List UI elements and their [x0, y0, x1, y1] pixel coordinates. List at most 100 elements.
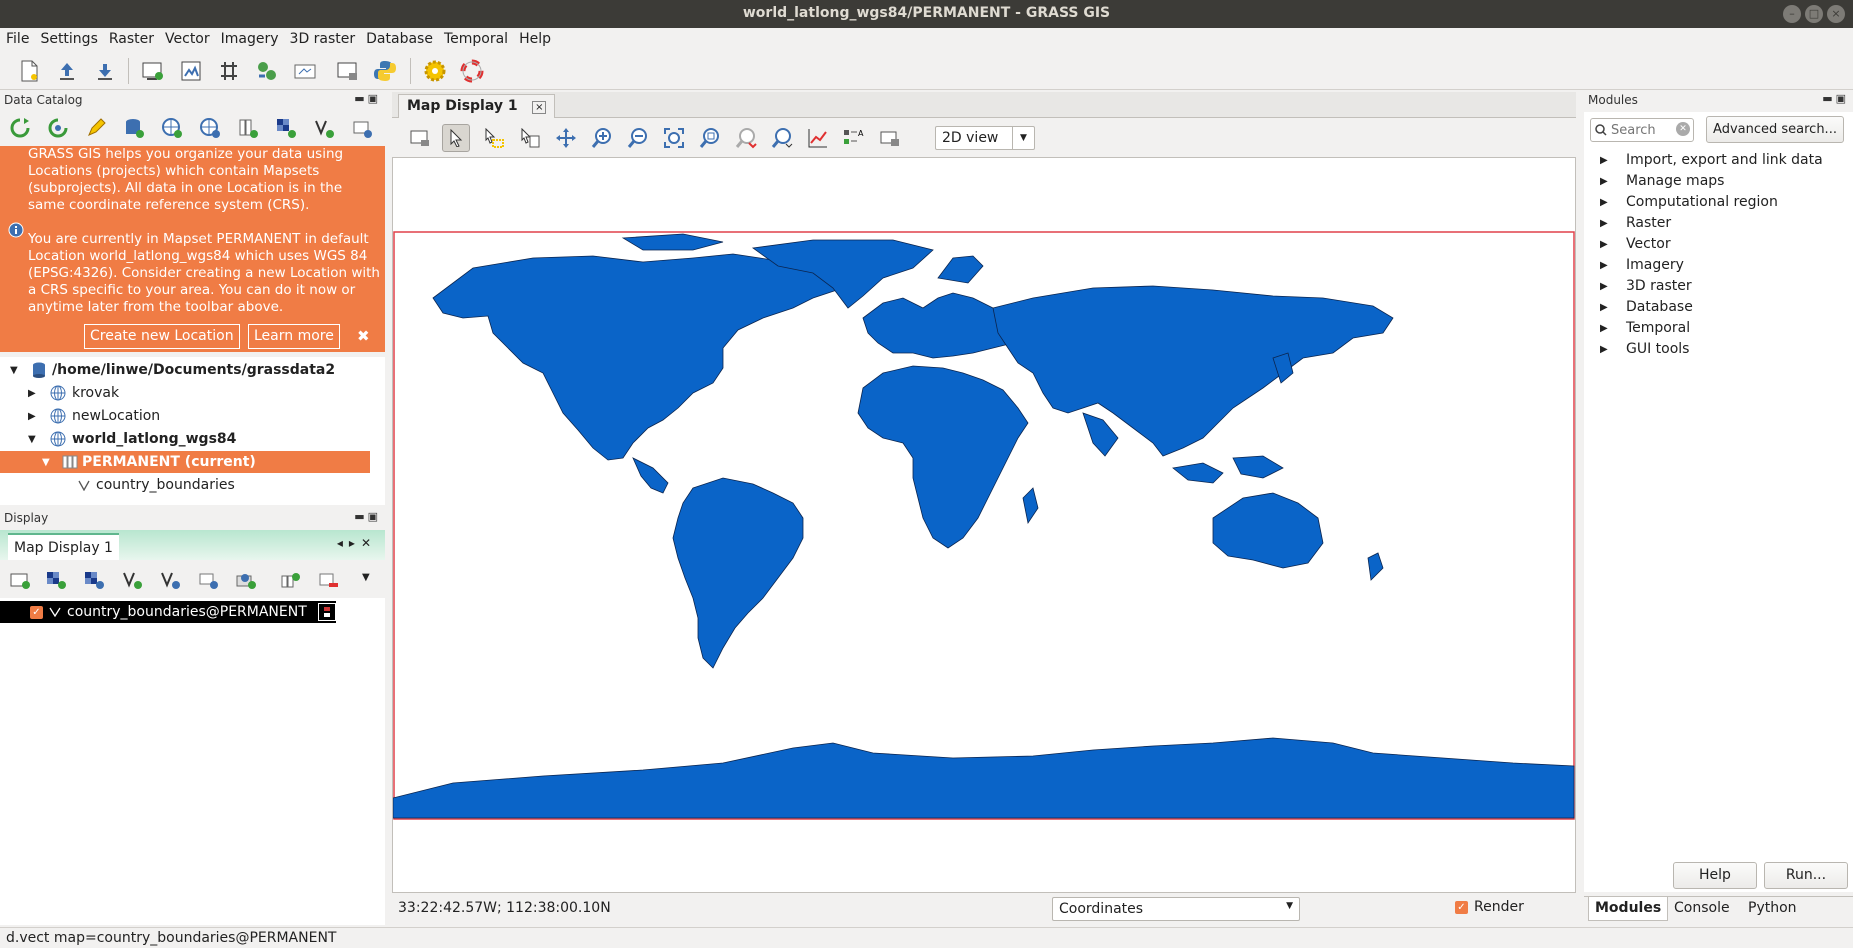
module-group-3d-raster[interactable]: ▶ 3D raster — [1600, 278, 1692, 294]
remove-layer-icon[interactable] — [314, 566, 342, 594]
tree-grassdb-root[interactable]: ▼ /home/linwe/Documents/grassdata2 — [10, 359, 335, 381]
close-info-icon[interactable]: ✖ — [357, 327, 370, 345]
statusbar-mode-select[interactable]: Coordinates ▼ — [1052, 897, 1300, 921]
close-tab-icon[interactable]: × — [532, 101, 547, 114]
add-map-layers-icon[interactable] — [6, 566, 34, 594]
tab-modules[interactable]: Modules — [1588, 897, 1669, 921]
cartographic-composer-icon[interactable] — [214, 56, 244, 86]
clear-search-icon[interactable]: ✕ — [1676, 122, 1690, 136]
module-search-input[interactable] — [1611, 121, 1673, 139]
learn-more-button[interactable]: Learn more — [248, 324, 340, 349]
python-shell-icon[interactable] — [370, 56, 400, 86]
collapse-arrow-icon[interactable]: ▶ — [1600, 260, 1612, 271]
pan-icon[interactable] — [552, 124, 580, 152]
new-map-display-icon[interactable] — [138, 56, 168, 86]
import-data-icon[interactable] — [276, 566, 304, 594]
expand-arrow-icon[interactable]: ▼ — [10, 365, 22, 376]
add-grass-database-icon[interactable] — [120, 114, 148, 142]
tab-nav-icons[interactable]: ◂▸✕ — [337, 536, 377, 550]
tree-location-newlocation[interactable]: ▶ newLocation — [28, 405, 160, 427]
map-swipe-icon[interactable] — [290, 56, 320, 86]
collapse-arrow-icon[interactable]: ▶ — [1600, 176, 1612, 187]
map-canvas[interactable] — [392, 157, 1576, 893]
module-group-database[interactable]: ▶ Database — [1600, 299, 1693, 315]
collapse-arrow-icon[interactable]: ▶ — [28, 411, 40, 422]
render-checkbox[interactable]: ✓ — [1455, 901, 1468, 914]
display-layer-icon[interactable] — [348, 114, 376, 142]
analyze-map-icon[interactable] — [804, 124, 832, 152]
advanced-search-button[interactable]: Advanced search... — [1706, 116, 1844, 143]
add-group-icon[interactable] — [232, 566, 260, 594]
layer-row[interactable]: ✓ country_boundaries@PERMANENT — [0, 601, 336, 623]
add-raster-icon[interactable] — [42, 566, 70, 594]
close-window-button[interactable]: × — [1827, 5, 1845, 23]
minimize-button[interactable]: – — [1783, 5, 1801, 23]
add-map-elements-icon[interactable]: A — [840, 124, 868, 152]
module-group-imagery[interactable]: ▶ Imagery — [1600, 257, 1684, 273]
create-new-location-button[interactable]: Create new Location — [84, 324, 240, 349]
help-button[interactable]: Help — [1673, 862, 1757, 889]
tab-python[interactable]: Python — [1742, 897, 1803, 921]
add-vector-misc-icon[interactable] — [156, 566, 184, 594]
import-location-icon[interactable] — [196, 114, 224, 142]
collapse-arrow-icon[interactable]: ▶ — [28, 388, 40, 399]
add-overlay-icon[interactable] — [194, 566, 222, 594]
raster-map-icon[interactable] — [272, 114, 300, 142]
collapse-arrow-icon[interactable]: ▶ — [1600, 281, 1612, 292]
new-workspace-icon[interactable] — [14, 56, 44, 86]
save-workspace-icon[interactable] — [90, 56, 120, 86]
module-group-raster[interactable]: ▶ Raster — [1600, 215, 1671, 231]
query-icon[interactable] — [516, 124, 544, 152]
help-lifebuoy-icon[interactable] — [457, 56, 487, 86]
reload-icon[interactable] — [6, 114, 34, 142]
module-group-vector[interactable]: ▶ Vector — [1600, 236, 1671, 252]
display-map-icon[interactable] — [406, 124, 434, 152]
tree-vector-layer[interactable]: country_boundaries — [78, 474, 235, 496]
edit-mode-pencil-icon[interactable] — [82, 114, 110, 142]
settings-gear-icon[interactable] — [420, 56, 450, 86]
chevron-down-icon[interactable]: ▼ — [1012, 127, 1034, 149]
zoom-out-icon[interactable] — [624, 124, 652, 152]
collapse-arrow-icon[interactable]: ▶ — [1600, 323, 1612, 334]
zoom-in-icon[interactable] — [588, 124, 616, 152]
collapse-arrow-icon[interactable]: ▶ — [1600, 344, 1612, 355]
toolbar-overflow-icon[interactable]: ▼ — [362, 572, 370, 583]
layer-visible-checkbox[interactable]: ✓ — [30, 605, 43, 619]
menu-imagery[interactable]: Imagery — [221, 28, 286, 52]
menu-settings[interactable]: Settings — [40, 28, 104, 52]
zoom-menu-icon[interactable] — [768, 124, 796, 152]
display-tab[interactable]: Map Display 1 — [8, 533, 119, 560]
add-raster-misc-icon[interactable] — [80, 566, 108, 594]
module-group-region[interactable]: ▶ Computational region — [1600, 194, 1778, 210]
panel-controls[interactable]: ▬▣ — [354, 510, 381, 523]
menu-raster[interactable]: Raster — [109, 28, 161, 52]
zoom-back-icon[interactable] — [732, 124, 760, 152]
expand-arrow-icon[interactable]: ▼ — [42, 457, 54, 468]
menu-help[interactable]: Help — [519, 28, 558, 52]
module-search-field[interactable]: ✕ — [1590, 118, 1694, 142]
panel-controls[interactable]: ▬▣ — [354, 92, 381, 105]
open-workspace-icon[interactable] — [52, 56, 82, 86]
collapse-arrow-icon[interactable]: ▶ — [1600, 155, 1612, 166]
menu-temporal[interactable]: Temporal — [444, 28, 515, 52]
pointer-icon[interactable] — [442, 124, 470, 152]
zoom-region-icon[interactable] — [696, 124, 724, 152]
collapse-arrow-icon[interactable]: ▶ — [1600, 302, 1612, 313]
tree-location-world[interactable]: ▼ world_latlong_wgs84 — [28, 428, 236, 450]
vector-map-icon[interactable] — [310, 114, 338, 142]
module-group-gui-tools[interactable]: ▶ GUI tools — [1600, 341, 1689, 357]
module-group-import[interactable]: ▶ Import, export and link data — [1600, 152, 1823, 168]
new-location-icon[interactable] — [158, 114, 186, 142]
expand-arrow-icon[interactable]: ▼ — [28, 434, 40, 445]
graphical-modeler-icon[interactable] — [252, 56, 282, 86]
new-mapset-icon[interactable] — [234, 114, 262, 142]
module-group-temporal[interactable]: ▶ Temporal — [1600, 320, 1690, 336]
collapse-arrow-icon[interactable]: ▶ — [1600, 239, 1612, 250]
collapse-arrow-icon[interactable]: ▶ — [1600, 197, 1612, 208]
tree-mapset-permanent[interactable]: ▼ PERMANENT (current) — [0, 451, 370, 473]
tree-location-krovak[interactable]: ▶ krovak — [28, 382, 119, 404]
module-group-manage[interactable]: ▶ Manage maps — [1600, 173, 1724, 189]
collapse-arrow-icon[interactable]: ▶ — [1600, 218, 1612, 229]
view-mode-select[interactable]: 2D view ▼ — [935, 126, 1035, 150]
save-display-icon[interactable] — [876, 124, 904, 152]
